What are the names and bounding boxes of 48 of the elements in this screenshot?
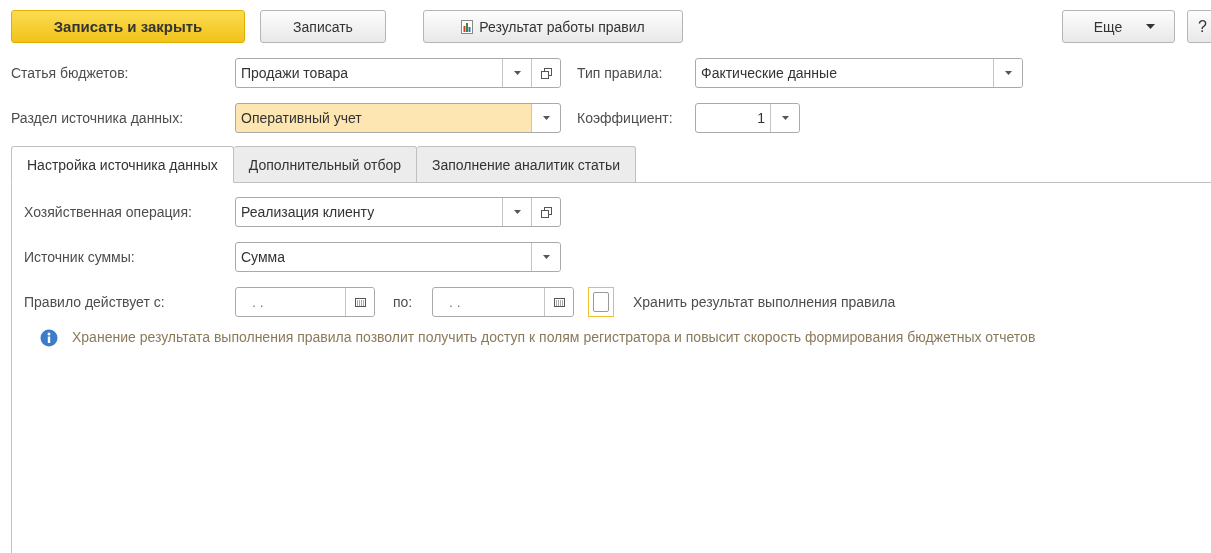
open-button[interactable] xyxy=(531,59,560,87)
field-label: Правило действует с: xyxy=(24,294,166,310)
amount-source-field[interactable]: Сумма xyxy=(235,242,561,272)
tab[interactable]: Заполнение аналитик статьи xyxy=(417,146,637,183)
coefficient-field[interactable]: 1 xyxy=(695,103,800,133)
dropdown-button[interactable] xyxy=(531,104,560,132)
field-label: Хозяйственная операция: xyxy=(24,204,193,220)
save-button[interactable]: Записать xyxy=(260,10,386,43)
info-icon xyxy=(40,329,58,347)
caret-icon xyxy=(513,210,521,214)
help-button[interactable]: ? xyxy=(1187,10,1211,43)
rules-result-button[interactable]: Результат работы правил xyxy=(423,10,683,43)
dropdown-button[interactable] xyxy=(531,243,560,271)
field-label: Статья бюджетов: xyxy=(11,65,130,81)
budget-item-field[interactable]: Продажи товара xyxy=(235,58,561,88)
calendar-button[interactable] xyxy=(345,288,374,316)
info-text: Хранение результата выполнения правила позволит получить доступ к полям регистратора и повысит скорость формирования бюджетных отчетов xyxy=(72,328,1037,347)
field-label: Раздел источника данных: xyxy=(11,110,185,126)
field-label: Тип правила: xyxy=(577,65,664,81)
caret-icon xyxy=(513,71,521,75)
rule-type-field[interactable]: Фактические данные xyxy=(695,58,1023,88)
field-label: Коэффициент: xyxy=(577,110,674,126)
tab[interactable]: Настройка источника данных xyxy=(11,146,234,183)
field-label: по: xyxy=(393,294,414,310)
date-field[interactable]: . . xyxy=(235,287,375,317)
caret-icon xyxy=(542,255,550,259)
operation-field[interactable]: Реализация клиенту xyxy=(235,197,561,227)
caret-icon xyxy=(542,116,550,120)
more-button[interactable]: Еще xyxy=(1062,10,1175,43)
report-icon xyxy=(461,19,474,34)
checkbox[interactable] xyxy=(588,287,614,317)
field-label: Источник суммы: xyxy=(24,249,136,265)
open-button[interactable] xyxy=(531,198,560,226)
calendar-button[interactable] xyxy=(544,288,573,316)
data-source-field[interactable]: Оперативный учет xyxy=(235,103,561,133)
open-icon xyxy=(540,67,552,79)
tab[interactable]: Дополнительный отбор xyxy=(233,146,418,183)
caret-icon xyxy=(1146,24,1156,29)
checkbox-label: Хранить результат выполнения правила xyxy=(633,294,896,310)
dropdown-button[interactable] xyxy=(770,104,799,132)
date-field[interactable]: . . xyxy=(432,287,574,317)
save-and-close-button[interactable]: Записать и закрыть xyxy=(11,10,245,43)
open-icon xyxy=(540,206,552,218)
caret-icon xyxy=(1004,71,1012,75)
caret-icon xyxy=(781,116,789,120)
calendar-icon xyxy=(354,297,366,307)
calendar-icon xyxy=(553,297,565,307)
dropdown-button[interactable] xyxy=(993,59,1022,87)
